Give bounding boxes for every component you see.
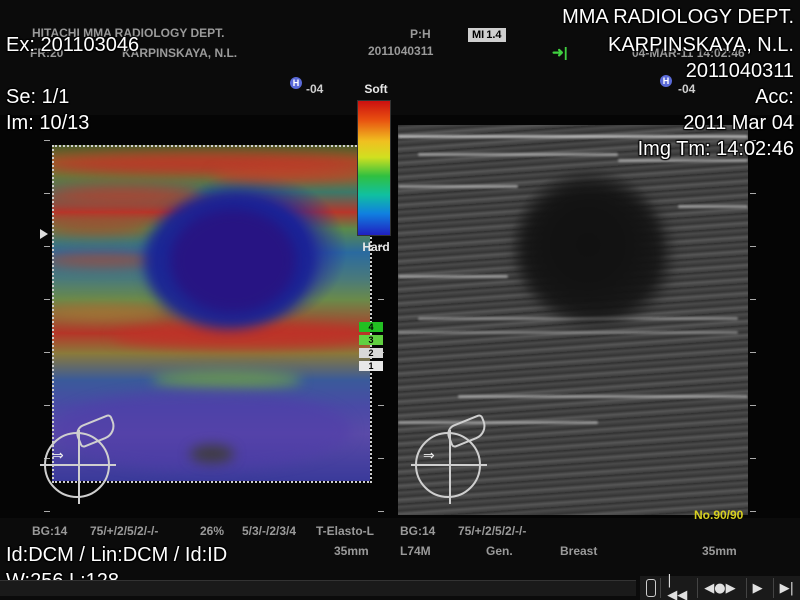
skip-forward-icon[interactable]: ▶| — [772, 578, 800, 598]
series-number: Se: 1/1 — [6, 86, 70, 108]
probe-body-mark-icon: ⇒ — [411, 413, 490, 504]
skip-back-icon[interactable]: |◀◀ — [660, 573, 693, 600]
patient-faded: KARPINSKAYA, N.L. — [122, 46, 238, 60]
play-icon[interactable]: ▶ — [745, 578, 769, 598]
footer-mode: T-Elasto-L — [316, 524, 375, 538]
study-id-faded: 2011040311 — [368, 44, 434, 58]
footer-percent: 26% — [200, 524, 225, 538]
mi-label: MI — [472, 29, 485, 41]
scale-tick — [44, 352, 50, 353]
ultrasound-frame: HITACHI MMA RADIOLOGY DEPT. FR:20 KARPIN… — [0, 0, 800, 600]
footer-probe: L74M — [400, 544, 431, 558]
focus-marker-icon: H — [660, 75, 672, 87]
arrow-right-icon: ➜| — [552, 44, 568, 60]
elasticity-colorbar — [357, 100, 391, 236]
strain-grade-3: 3 — [359, 335, 383, 345]
scale-tick — [750, 193, 756, 194]
focus-depth-right: -04 — [678, 82, 696, 96]
footer-preset: Breast — [560, 544, 598, 558]
focus-marker-icon: H — [290, 77, 302, 89]
strain-grade-4: 4 — [359, 322, 383, 332]
strain-grade-1: 1 — [359, 361, 383, 371]
strain-grade-2: 2 — [359, 348, 383, 358]
institution-name: MMA RADIOLOGY DEPT. — [562, 6, 794, 28]
playback-toolbar: |◀◀ ◀●▶ ▶ ▶| — [640, 573, 800, 600]
scale-tick — [44, 246, 50, 247]
study-date: 2011 Mar 04 — [683, 112, 794, 134]
scale-tick — [378, 458, 384, 459]
orientation-marker-icon — [40, 229, 48, 239]
patient-name: KARPINSKAYA, N.L. — [608, 34, 794, 56]
image-number: Im: 10/13 — [6, 112, 90, 134]
footer-bg-left: BG:14 — [32, 524, 68, 538]
lut-info: Id:DCM / Lin:DCM / Id:ID — [6, 544, 228, 566]
scale-tick — [378, 299, 384, 300]
footer-params-right: 75/+/2/5/2/-/- — [458, 524, 527, 538]
scale-tick — [378, 405, 384, 406]
depth-scale-right — [750, 140, 756, 515]
accession-label: Acc: — [755, 86, 794, 108]
scale-tick — [750, 458, 756, 459]
colorbar-hard-label: Hard — [362, 240, 390, 254]
scale-tick — [750, 511, 756, 512]
scale-tick — [44, 405, 50, 406]
scale-tick — [750, 405, 756, 406]
scale-tick — [44, 511, 50, 512]
footer-depth-left: 35mm — [334, 544, 369, 558]
scale-tick — [44, 299, 50, 300]
mi-value: 1.4 — [486, 29, 502, 41]
footer-gen: Gen. — [486, 544, 513, 558]
focus-depth-left: -04 — [306, 82, 324, 96]
scale-tick — [750, 246, 756, 247]
scale-tick — [44, 140, 50, 141]
footer-params-left: 75/+/2/5/2/-/- — [90, 524, 159, 538]
frame-counter: No.90/90 — [694, 508, 744, 522]
scale-tick — [44, 193, 50, 194]
image-time: Img Tm: 14:02:46 — [637, 138, 794, 160]
footer-params2: 5/3/-/2/3/4 — [242, 524, 297, 538]
probe-body-mark-icon: ⇒ — [40, 413, 119, 504]
ph-label: P:H — [410, 27, 431, 41]
scale-tick — [750, 299, 756, 300]
lesion-region — [518, 181, 668, 321]
patient-id: 2011040311 — [685, 60, 794, 82]
step-icon[interactable]: ◀●▶ — [697, 578, 741, 598]
mi-badge: MI 1.4 — [468, 28, 506, 42]
frame-scroll-track[interactable] — [0, 580, 636, 596]
footer-bg-right: BG:14 — [400, 524, 436, 538]
stop-icon[interactable] — [646, 579, 657, 597]
footer-depth-right: 35mm — [702, 544, 737, 558]
exam-number: Ex: 201103046 — [6, 34, 140, 56]
colorbar-soft-label: Soft — [364, 82, 388, 96]
scale-tick — [750, 352, 756, 353]
scale-tick — [378, 511, 384, 512]
